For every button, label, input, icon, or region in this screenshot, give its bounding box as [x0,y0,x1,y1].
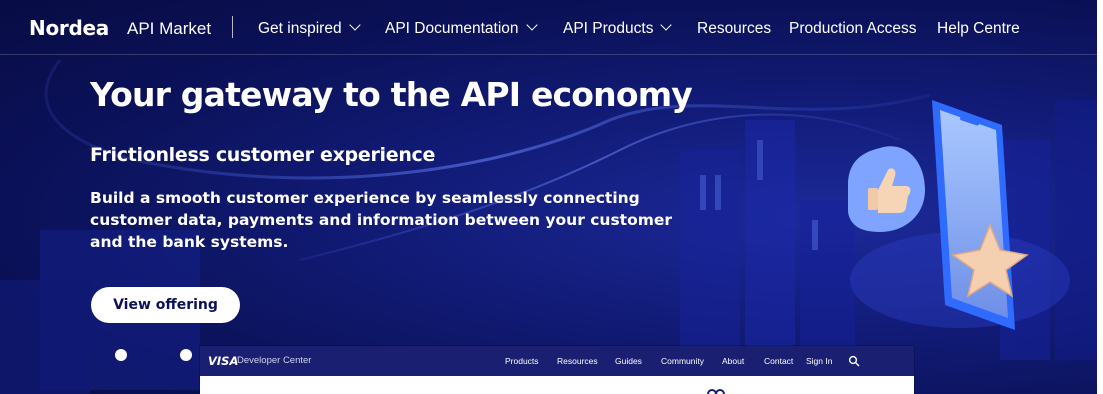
top-navigation: Nordea API Market Get inspired API Docum… [0,0,1097,55]
nav-label: Get inspired [258,20,342,37]
nav-api-products[interactable]: API Products [563,19,673,38]
hero-headline: Your gateway to the API economy [90,75,693,114]
visa-logo[interactable]: VISA [208,354,238,368]
nav-label: Resources [697,20,772,37]
right-margin [1097,0,1103,394]
visa-nav-resources[interactable]: Resources [557,356,598,366]
visa-nav-contact[interactable]: Contact [764,356,793,366]
view-offering-button[interactable]: View offering [91,287,240,323]
carousel-dot-2[interactable] [180,349,192,361]
nav-divider [232,16,233,38]
nav-label: API Products [563,20,654,37]
chevron-down-icon [348,19,361,31]
visa-nav-guides[interactable]: Guides [615,356,642,366]
search-icon[interactable] [848,355,860,367]
visa-nav-community[interactable]: Community [661,356,704,366]
phone-icon [932,100,1015,330]
page: Nordea API Market Get inspired API Docum… [0,0,1103,394]
nav-label: Production Access [789,20,917,37]
partial-graphic [707,389,725,394]
chevron-down-icon [660,19,673,31]
visa-header: VISA Developer Center Products Resources… [200,346,914,376]
product-name[interactable]: API Market [127,19,211,39]
hero-banner: Nordea API Market Get inspired API Docum… [0,0,1103,394]
nav-resources[interactable]: Resources [697,20,771,38]
nav-api-documentation[interactable]: API Documentation [385,19,538,38]
nav-help-centre[interactable]: Help Centre [937,20,1020,38]
nav-label: Help Centre [937,20,1020,37]
visa-nav-products[interactable]: Products [505,356,539,366]
chevron-down-icon [525,19,538,31]
hero-description: Build a smooth customer experience by se… [90,189,673,251]
visa-site-title: Developer Center [237,355,312,366]
visa-nav-about[interactable]: About [722,356,744,366]
nav-production-access[interactable]: Production Access [789,20,917,38]
nav-label: API Documentation [385,20,519,37]
visa-nav-sign-in[interactable]: Sign In [806,356,832,366]
hero-subheadline: Frictionless customer experience [90,144,436,166]
thumbs-up-icon [848,146,925,232]
nav-get-inspired[interactable]: Get inspired [258,19,361,38]
visa-screenshot-overlay: VISA Developer Center Products Resources… [200,346,914,394]
carousel-dot-1[interactable] [115,349,127,361]
nordea-logo[interactable]: Nordea [29,16,109,40]
